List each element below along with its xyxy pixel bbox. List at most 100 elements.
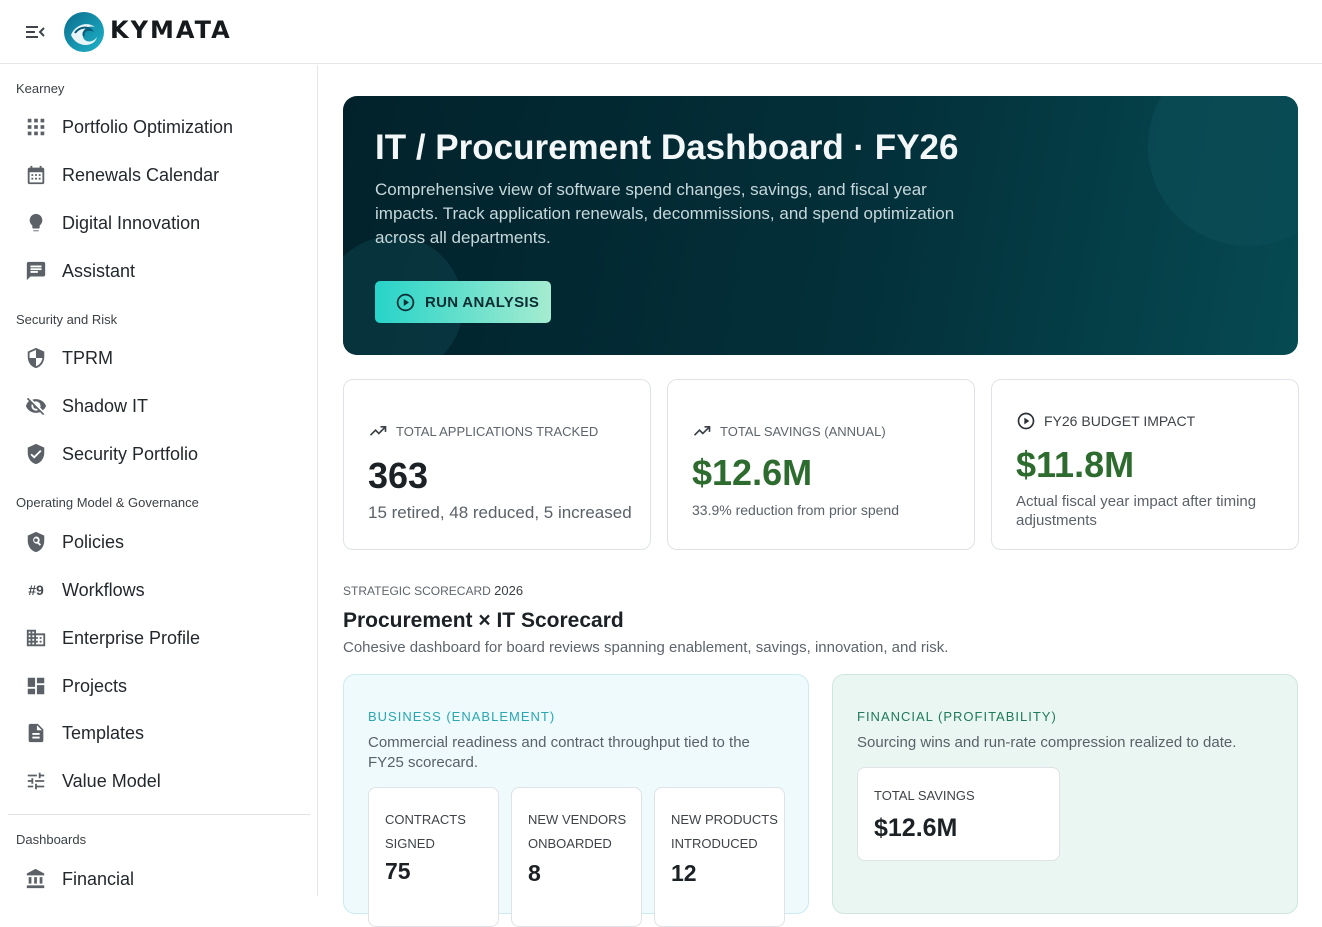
scorecard-subtitle: Cohesive dashboard for board reviews spa… [343,639,949,656]
kpi-note: 33.9% reduction from prior spend [692,502,899,518]
kpi-header: TOTAL APPLICATIONS TRACKED [368,421,598,441]
sidebar-item-label: TPRM [62,347,113,368]
sidebar-item-label: Value Model [62,770,161,791]
kpi-header: FY26 BUDGET IMPACT [1016,411,1195,431]
sidebar-item-shadow-it[interactable]: Shadow IT [8,384,308,428]
scorecard-eyebrow: STRATEGIC SCORECARD 2026 [343,583,523,598]
metric-label: TOTAL SAVINGS [874,788,975,803]
sidebar-item-templates[interactable]: Templates [8,711,308,755]
section-label-operating-model: Operating Model & Governance [16,495,199,510]
sidebar-item-enterprise-profile[interactable]: Enterprise Profile [8,616,308,660]
panel-description: Commercial readiness and contract throug… [368,734,750,771]
metric-value: 75 [385,858,411,884]
metric-card-vendors: NEW VENDORS ONBOARDED 8 [511,787,642,927]
kpi-value: $12.6M [692,452,813,493]
sidebar-item-label: Portfolio Optimization [62,116,234,137]
panel-tag: BUSINESS (ENABLEMENT) [368,709,556,724]
calendar-icon [24,163,48,187]
kpi-header: TOTAL SAVINGS (ANNUAL) [692,421,886,441]
scorecard-eyebrow-label: STRATEGIC SCORECARD [343,584,491,598]
decorative-circle [1148,96,1298,246]
policy-icon [24,530,48,554]
kpi-value: 363 [368,455,429,496]
sidebar-item-renewals-calendar[interactable]: Renewals Calendar [8,153,308,197]
kpi-note: Actual fiscal year impact after timing a… [1016,493,1257,529]
sidebar-item-label: Renewals Calendar [62,164,220,185]
hash-icon: #9 [28,582,44,598]
sidebar-item-label: Projects [62,675,128,696]
sidebar-item-label: Security Portfolio [62,443,199,464]
kpi-label: TOTAL APPLICATIONS TRACKED [396,423,599,439]
metric-label: CONTRACTS SIGNED [385,812,466,851]
sidebar: Kearney Portfolio Optimization Renewals … [0,65,318,896]
section-label-security: Security and Risk [16,312,118,327]
building-icon [24,626,48,650]
hero-banner: IT / Procurement Dashboard · FY26 Compre… [343,96,1298,355]
sidebar-item-policies[interactable]: Policies [8,520,308,564]
kpi-card-savings: TOTAL SAVINGS (ANNUAL) $12.6M 33.9% redu… [667,379,975,550]
sidebar-item-label: Templates [62,722,145,743]
bank-icon [24,867,48,891]
lightbulb-icon [24,211,48,235]
top-bar: KYMATA [0,0,1322,64]
page-title: IT / Procurement Dashboard · FY26 [375,128,959,167]
financial-profitability-panel: FINANCIAL (PROFITABILITY) Sourcing wins … [832,674,1298,914]
metric-card-contracts: CONTRACTS SIGNED 75 [368,787,499,927]
shield-half-icon [24,346,48,370]
sidebar-item-workflows[interactable]: #9 Workflows [8,568,308,612]
sidebar-item-assistant[interactable]: Assistant [8,249,308,293]
metric-value: $12.6M [874,814,958,842]
kpi-label: FY26 BUDGET IMPACT [1044,413,1196,429]
kpi-label: TOTAL SAVINGS (ANNUAL) [720,423,886,439]
kpi-value: $11.8M [1016,444,1135,485]
menu-collapse-icon[interactable] [22,20,48,44]
play-circle-icon [396,293,415,311]
kpi-note: 15 retired, 48 reduced, 5 increased [368,503,632,522]
sidebar-item-value-model[interactable]: Value Model [8,759,308,803]
panel-description: Sourcing wins and run-rate compression r… [857,734,1237,751]
sidebar-item-label: Shadow IT [62,395,149,416]
section-label-kearney: Kearney [16,81,65,96]
document-icon [24,721,48,745]
sidebar-item-financial[interactable]: Financial [8,857,308,896]
sidebar-item-label: Financial [62,868,135,889]
sidebar-item-label: Digital Innovation [62,212,201,233]
trending-icon [693,426,711,436]
metric-label: NEW VENDORS ONBOARDED [528,812,627,851]
sidebar-item-tprm[interactable]: TPRM [8,336,308,380]
metric-value: 12 [671,860,697,886]
play-circle-icon [1017,412,1035,430]
page-subtitle: Comprehensive view of software spend cha… [375,180,955,247]
metric-card-total-savings: TOTAL SAVINGS $12.6M [857,767,1060,861]
grid-icon [24,115,48,139]
sidebar-item-label: Assistant [62,260,136,281]
sidebar-item-label: Enterprise Profile [62,627,201,648]
run-analysis-label: RUN ANALYSIS [425,293,540,311]
shield-check-icon [24,442,48,466]
section-label-dashboards: Dashboards [16,832,87,847]
kymata-logo-icon[interactable] [63,11,105,53]
trending-icon [369,426,387,436]
sidebar-item-label: Policies [62,531,125,552]
panel-tag: FINANCIAL (PROFITABILITY) [857,709,1057,724]
sidebar-divider [8,814,310,815]
eye-off-icon [24,394,48,418]
scorecard-title: Procurement × IT Scorecard [343,609,624,632]
run-analysis-button[interactable]: RUN ANALYSIS [375,281,551,323]
metric-value: 8 [528,860,541,886]
business-enablement-panel: BUSINESS (ENABLEMENT) Commercial readine… [343,674,809,927]
metric-card-products: NEW PRODUCTS INTRODUCED 12 [654,787,785,927]
kpi-card-budget-impact: FY26 BUDGET IMPACT $11.8M Actual fiscal … [991,379,1299,550]
sidebar-item-security-portfolio[interactable]: Security Portfolio [8,432,308,476]
scorecard-year: 2026 [494,583,524,598]
sidebar-item-digital-innovation[interactable]: Digital Innovation [8,201,308,245]
metric-label: NEW PRODUCTS INTRODUCED [671,812,778,851]
chat-icon [24,259,48,283]
sidebar-item-projects[interactable]: Projects [8,664,308,708]
tune-icon [24,769,48,793]
kpi-card-applications: TOTAL APPLICATIONS TRACKED 363 15 retire… [343,379,651,550]
sidebar-item-portfolio-optimization[interactable]: Portfolio Optimization [8,105,308,149]
dashboard-icon [24,674,48,698]
sidebar-item-label: Workflows [62,579,145,600]
brand-name: KYMATA [110,16,232,44]
